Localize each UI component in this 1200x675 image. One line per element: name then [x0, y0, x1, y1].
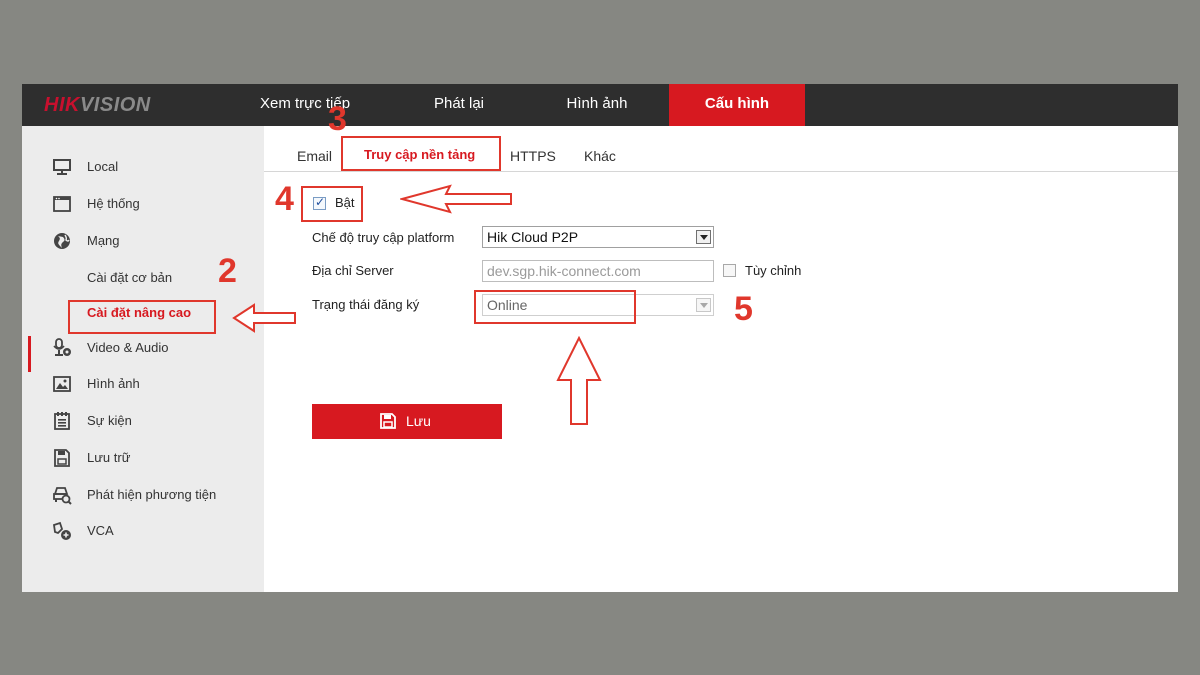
annotation-box-register-status [474, 290, 636, 324]
server-address-input[interactable]: dev.sgp.hik-connect.com [482, 260, 714, 282]
sidebar-item-storage[interactable]: Lưu trữ [22, 446, 264, 470]
access-mode-select[interactable]: Hik Cloud P2P [482, 226, 714, 248]
register-status-label: Trạng thái đăng ký [312, 297, 420, 312]
save-label: Lưu [406, 413, 431, 429]
vehicle-search-icon [53, 487, 72, 505]
calendar-icon [54, 412, 70, 430]
sidebar-item-label: Video & Audio [87, 340, 169, 355]
annotation-box-enable [301, 186, 363, 222]
sidebar-item-label: Hình ảnh [87, 376, 140, 391]
annotation-number-2: 2 [218, 252, 237, 290]
nav-picture[interactable]: Hình ảnh [552, 84, 642, 126]
chevron-down-icon [696, 298, 711, 312]
annotation-box-platform-tab [341, 136, 501, 171]
globe-icon [54, 233, 70, 249]
annotation-arrow-left-icon [232, 303, 296, 333]
sidebar-item-label: Lưu trữ [87, 450, 131, 465]
sidebar-item-label: Hệ thống [87, 196, 140, 211]
sidebar-item-label: Sự kiện [87, 413, 132, 428]
access-mode-label: Chế độ truy cập platform [312, 230, 455, 245]
sidebar-item-label: VCA [87, 523, 114, 538]
app-window: HIKVISION Xem trực tiếp Phát lại Hình ản… [22, 84, 1178, 592]
annotation-arrow-up-icon [556, 336, 602, 425]
sidebar-item-event[interactable]: Sự kiện [22, 409, 264, 433]
nav-playback[interactable]: Phát lại [414, 84, 504, 126]
sidebar-item-local[interactable]: Local [22, 155, 264, 179]
tab-other[interactable]: Khác [584, 148, 616, 164]
sidebar-item-system[interactable]: Hệ thống [22, 192, 264, 216]
floppy-icon [54, 449, 70, 467]
tabs-divider [264, 171, 1178, 172]
annotation-arrow-left-icon [400, 184, 512, 214]
monitor-icon [53, 159, 71, 175]
custom-checkbox[interactable] [723, 264, 736, 277]
sidebar: Local Hệ thống Mạng Cài đặt cơ bản Cài đ… [22, 126, 264, 592]
annotation-number-5: 5 [734, 290, 753, 328]
save-icon [380, 413, 396, 429]
annotation-box-advanced-settings [68, 300, 216, 334]
sidebar-item-label: Mạng [87, 233, 120, 248]
image-icon [53, 376, 71, 392]
tab-email[interactable]: Email [297, 148, 332, 164]
nav-configuration[interactable]: Cấu hình [669, 84, 805, 126]
annotation-number-3: 3 [328, 100, 347, 138]
save-button[interactable]: Lưu [312, 404, 502, 439]
sidebar-item-vehicle-detection[interactable]: Phát hiện phương tiện [22, 483, 264, 507]
sidebar-item-label: Local [87, 159, 119, 174]
nav-live-view[interactable]: Xem trực tiếp [260, 84, 380, 126]
sidebar-item-network[interactable]: Mạng [22, 229, 264, 253]
vca-icon [53, 521, 71, 540]
sidebar-item-image[interactable]: Hình ảnh [22, 372, 264, 396]
custom-label: Tùy chỉnh [745, 263, 802, 278]
microphone-icon [53, 338, 71, 356]
access-mode-value: Hik Cloud P2P [487, 229, 579, 245]
sidebar-item-vca[interactable]: VCA [22, 519, 264, 543]
top-navigation-bar: HIKVISION Xem trực tiếp Phát lại Hình ản… [22, 84, 1178, 126]
chevron-down-icon [696, 230, 711, 244]
server-address-label: Địa chỉ Server [312, 263, 394, 278]
hikvision-logo: HIKVISION [44, 94, 151, 116]
tab-https[interactable]: HTTPS [510, 148, 556, 164]
annotation-number-4: 4 [275, 180, 294, 218]
sidebar-item-label: Phát hiện phương tiện [87, 487, 217, 502]
sidebar-item-video-audio[interactable]: Video & Audio [22, 336, 264, 360]
window-icon [53, 196, 71, 212]
sidebar-item-label: Cài đặt cơ bản [87, 270, 173, 285]
